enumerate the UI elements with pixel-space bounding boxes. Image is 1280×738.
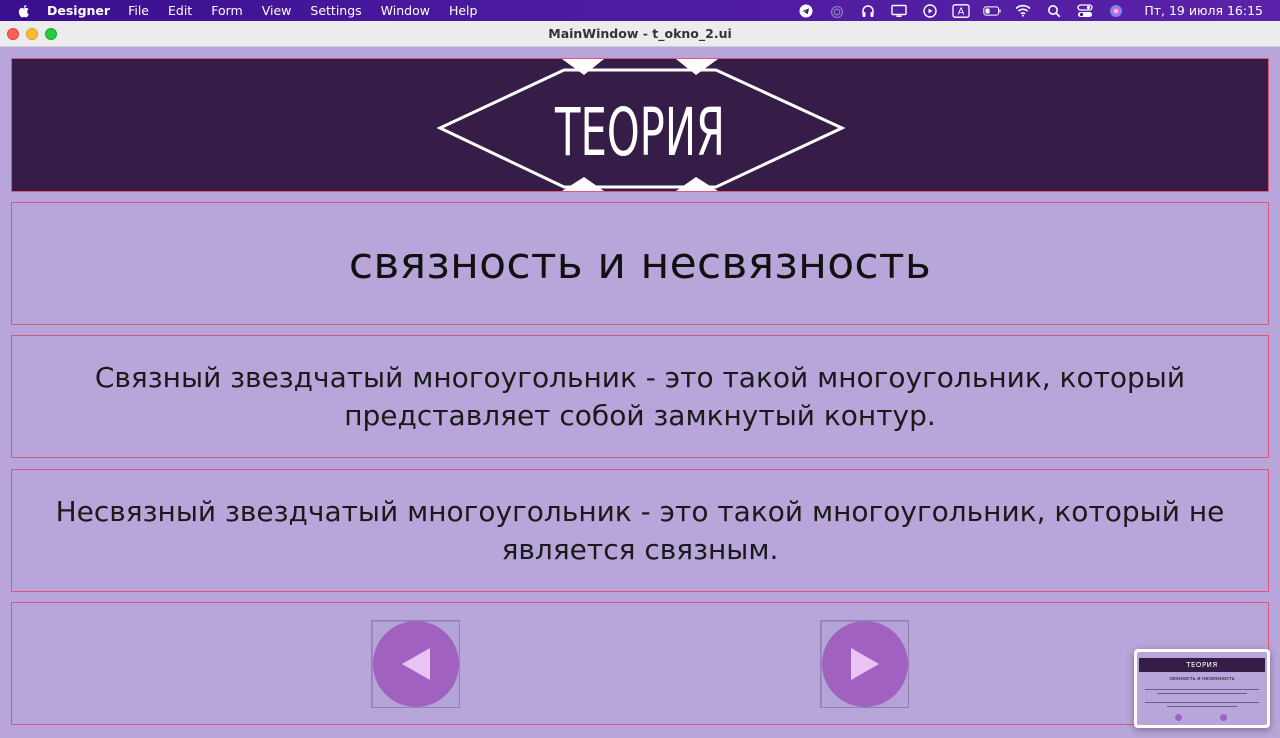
- definition-disconnected: Несвязный звездчатый многоугольник - это…: [55, 494, 1225, 566]
- headphones-icon[interactable]: [859, 4, 877, 18]
- theory-banner: ТЕОРИЯ: [11, 58, 1269, 192]
- search-icon[interactable]: [1045, 4, 1063, 18]
- topic-heading-panel: связность и несвязность: [11, 202, 1269, 325]
- thumbnail-prev-dot: [1175, 714, 1182, 721]
- thumbnail-next-dot: [1220, 714, 1227, 721]
- next-button[interactable]: [820, 620, 909, 708]
- thumbnail-preview: ТЕОРИЯ связность и несвязность: [1137, 652, 1267, 725]
- triangle-left-icon: [401, 648, 430, 680]
- previous-button[interactable]: [371, 620, 460, 708]
- triangle-right-icon: [850, 648, 879, 680]
- menu-app-name[interactable]: Designer: [47, 3, 110, 18]
- thumbnail-text-line: [1157, 693, 1247, 694]
- window-title: MainWindow - t_okno_2.ui: [548, 26, 732, 41]
- menu-clock[interactable]: Пт, 19 июля 16:15: [1144, 3, 1263, 18]
- definition-panel-connected: Связный звездчатый многоугольник - это т…: [11, 335, 1269, 458]
- topic-heading: связность и несвязность: [348, 238, 932, 289]
- definition-panel-disconnected: Несвязный звездчатый многоугольник - это…: [11, 469, 1269, 592]
- screenshot-thumbnail[interactable]: ТЕОРИЯ связность и несвязность: [1134, 649, 1270, 728]
- thumbnail-banner: ТЕОРИЯ: [1139, 658, 1265, 672]
- input-source-icon[interactable]: A: [952, 3, 970, 18]
- thumbnail-text-line: [1145, 689, 1259, 690]
- control-center-icon[interactable]: [1076, 3, 1094, 18]
- window-controls: [7, 28, 64, 40]
- input-source-label: A: [958, 6, 965, 17]
- close-window-button[interactable]: [7, 28, 19, 40]
- siri-icon[interactable]: [1107, 4, 1125, 18]
- next-button-circle: [821, 621, 908, 707]
- menu-form[interactable]: Form: [211, 3, 243, 18]
- thumbnail-logo-text: ТЕОРИЯ: [1186, 661, 1218, 669]
- status-area: A Пт, 19 июля 16:15: [797, 0, 1280, 21]
- window-title-bar[interactable]: MainWindow - t_okno_2.ui: [0, 21, 1280, 47]
- display-icon[interactable]: [890, 4, 908, 18]
- previous-button-circle: [372, 621, 459, 707]
- airdrop-icon[interactable]: [828, 4, 846, 18]
- definition-connected: Связный звездчатый многоугольник - это т…: [94, 360, 1186, 432]
- thumbnail-heading: связность и несвязность: [1169, 676, 1235, 682]
- menu-window[interactable]: Window: [381, 3, 430, 18]
- menu-help[interactable]: Help: [449, 3, 478, 18]
- apple-icon[interactable]: [17, 4, 31, 18]
- menu-file[interactable]: File: [128, 3, 149, 18]
- menu-settings[interactable]: Settings: [310, 3, 361, 18]
- main-window-content: ТЕОРИЯ связность и несвязность Связный з…: [0, 47, 1280, 738]
- telegram-icon[interactable]: [797, 4, 815, 18]
- play-icon[interactable]: [921, 3, 939, 18]
- theory-logo: ТЕОРИЯ: [436, 59, 846, 191]
- minimize-window-button[interactable]: [26, 28, 38, 40]
- menu-edit[interactable]: Edit: [168, 3, 192, 18]
- menu-view[interactable]: View: [262, 3, 292, 18]
- thumbnail-text-line: [1145, 702, 1259, 703]
- wifi-icon[interactable]: [1014, 4, 1032, 18]
- theory-logo-text: ТЕОРИЯ: [554, 94, 725, 171]
- thumbnail-text-line: [1167, 706, 1237, 707]
- menu-bar: Designer File Edit Form View Settings Wi…: [0, 0, 1280, 21]
- navigation-panel: [11, 602, 1269, 725]
- battery-icon[interactable]: [983, 4, 1001, 18]
- maximize-window-button[interactable]: [45, 28, 57, 40]
